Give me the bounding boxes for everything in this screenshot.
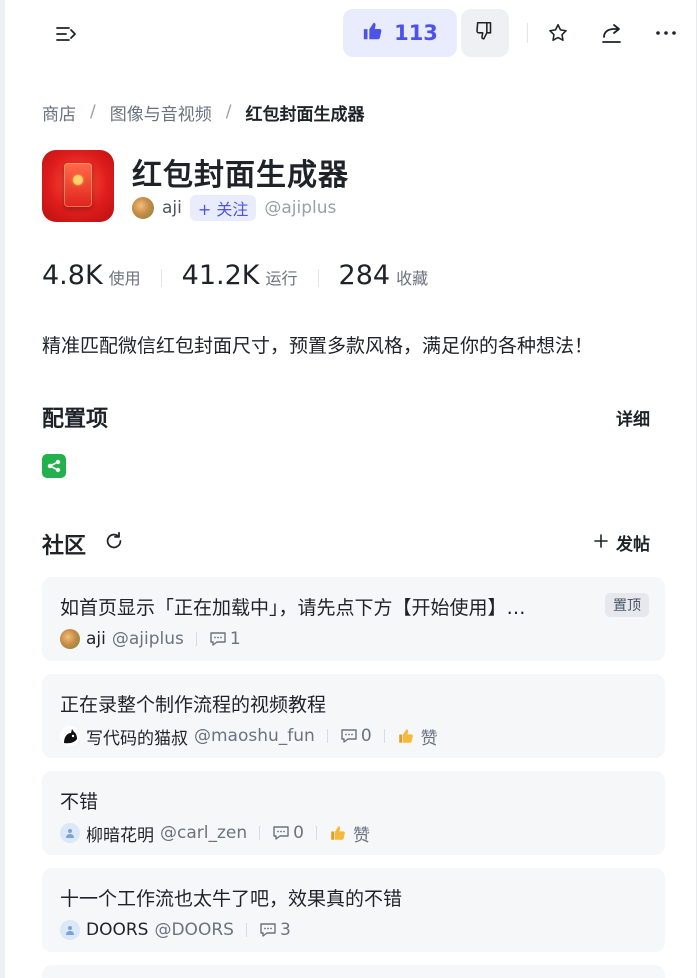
thumbs-up-emoji-icon	[398, 729, 413, 743]
post-card[interactable]: 如首页显示「正在加载中」，请先点下方【开始使用】… 置顶 aji @ajiplu…	[42, 577, 665, 661]
breadcrumb-separator: /	[90, 102, 96, 122]
post-title: 十一个工作流也太牛了吧，效果真的不错	[60, 888, 403, 910]
post-author-handle: @ajiplus	[111, 629, 184, 649]
breadcrumb-category[interactable]: 图像与音视频	[110, 100, 212, 125]
meta-divider	[383, 729, 385, 743]
envelope-seal	[73, 175, 83, 185]
comment-count: 0	[340, 726, 372, 746]
meta-divider	[259, 826, 261, 840]
workflow-icon[interactable]	[42, 454, 66, 478]
post-author-name[interactable]: 柳暗花明	[86, 821, 154, 846]
app-title: 红包封面生成器	[132, 158, 349, 193]
author-avatar[interactable]	[60, 629, 80, 649]
stat-value: 284	[338, 260, 391, 291]
left-edge	[0, 0, 5, 978]
stat-usage: 4.8K 使用	[42, 260, 141, 291]
stat-divider	[317, 269, 319, 287]
top-bar: 113	[0, 0, 697, 66]
post-author-name[interactable]: DOORS	[86, 920, 148, 940]
star-icon[interactable]	[544, 19, 572, 47]
breadcrumb-separator: /	[225, 102, 232, 122]
new-post-button[interactable]: 发帖	[594, 530, 650, 555]
post-card[interactable]: 不错 柳暗花明 @carl_zen 0 赞	[42, 771, 665, 855]
new-post-label: 发帖	[616, 535, 650, 555]
meta-divider	[315, 826, 317, 840]
breadcrumb-current: 红包封面生成器	[245, 104, 365, 125]
breadcrumb: 商店 / 图像与音视频 / 红包封面生成器	[42, 100, 365, 125]
cat-avatar[interactable]	[60, 726, 80, 746]
default-avatar[interactable]	[60, 920, 80, 940]
thumbs-up-emoji-icon	[331, 826, 345, 840]
post-author-name[interactable]: 写代码的猫叔	[86, 724, 188, 749]
default-avatar[interactable]	[60, 823, 80, 843]
post-meta: aji @ajiplus 1	[60, 628, 241, 650]
stat-value: 41.2K	[181, 260, 260, 291]
post-title: 正在录整个制作流程的视频教程	[60, 694, 327, 716]
comment-icon	[273, 826, 289, 840]
pinned-badge: 置顶	[605, 593, 649, 617]
thumbs-up-icon	[362, 20, 384, 47]
author-row: aji + 关注 @ajiplus	[132, 195, 337, 221]
comment-count-value: 0	[360, 726, 372, 746]
comment-count: 0	[272, 823, 304, 843]
post-card[interactable]: 正在录整个制作流程的视频教程 写代码的猫叔 @maoshu_fun 0 赞	[42, 674, 665, 758]
plus-icon	[594, 533, 608, 553]
meta-divider	[245, 923, 247, 937]
comment-count: 1	[209, 629, 241, 649]
follow-button[interactable]: + 关注	[189, 195, 257, 221]
app-description: 精准匹配微信红包封面尺寸，预置多款风格，满足你的各种想法！	[42, 335, 594, 357]
breadcrumb-store[interactable]: 商店	[42, 100, 76, 125]
like-post-button[interactable]: 赞	[329, 821, 370, 846]
thumbs-down-icon	[474, 20, 496, 46]
like-button[interactable]: 113	[343, 9, 457, 57]
toolbar-divider	[527, 23, 528, 43]
comment-count-value: 0	[293, 823, 304, 843]
stat-divider	[160, 269, 162, 287]
detail-link[interactable]: 详细	[616, 405, 650, 430]
stat-favorites: 284 收藏	[339, 260, 429, 291]
stat-label: 收藏	[396, 269, 429, 288]
stats-row: 4.8K 使用 41.2K 运行 284 收藏	[42, 260, 428, 296]
like-label: 赞	[420, 728, 438, 749]
post-title: 如首页显示「正在加载中」，请先点下方【开始使用】…	[60, 597, 526, 619]
stat-label: 使用	[108, 269, 141, 288]
like-label: 赞	[352, 825, 370, 846]
meta-divider	[326, 729, 328, 743]
community-section-title: 社区	[42, 534, 87, 559]
comment-icon	[341, 729, 357, 743]
author-name[interactable]: aji	[162, 198, 182, 218]
dislike-button[interactable]	[461, 9, 509, 57]
stat-value: 4.8K	[42, 260, 103, 291]
stat-label: 运行	[265, 269, 298, 288]
comment-icon	[260, 923, 276, 937]
config-section-title: 配置项	[42, 407, 109, 432]
post-card-partial[interactable]	[42, 965, 665, 978]
refresh-icon[interactable]	[102, 529, 126, 553]
comment-icon	[210, 632, 226, 646]
post-meta: DOORS @DOORS 3	[60, 919, 291, 941]
post-card[interactable]: 十一个工作流也太牛了吧，效果真的不错 DOORS @DOORS 3	[42, 868, 665, 952]
share-icon[interactable]	[598, 19, 626, 47]
app-icon	[42, 150, 114, 222]
author-handle: @ajiplus	[264, 198, 337, 218]
comment-count-value: 3	[279, 920, 291, 940]
post-meta: 柳暗花明 @carl_zen 0 赞	[60, 821, 370, 846]
post-author-handle: @maoshu_fun	[194, 726, 315, 746]
stat-runs: 41.2K 运行	[182, 260, 298, 291]
red-envelope-shape	[64, 163, 92, 207]
post-title: 不错	[60, 791, 99, 813]
post-author-handle: @DOORS	[154, 920, 234, 940]
comment-count-value: 1	[229, 629, 241, 649]
post-author-handle: @carl_zen	[160, 823, 248, 843]
post-meta: 写代码的猫叔 @maoshu_fun 0 赞	[60, 724, 438, 749]
more-icon[interactable]	[652, 19, 680, 47]
like-post-button[interactable]: 赞	[397, 724, 438, 749]
post-author-name[interactable]: aji	[86, 629, 106, 649]
like-count: 113	[394, 21, 438, 45]
author-avatar[interactable]	[132, 197, 154, 219]
comment-count: 3	[259, 920, 291, 940]
sidebar-expand-icon[interactable]	[52, 22, 80, 46]
meta-divider	[195, 632, 197, 646]
